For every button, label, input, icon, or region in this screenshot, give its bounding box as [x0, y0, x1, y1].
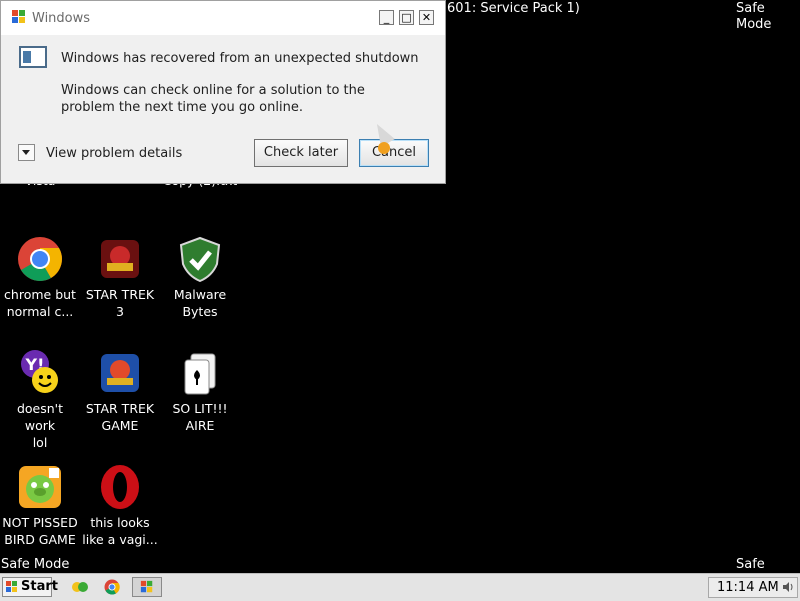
- desktop-status-text: 601: Service Pack 1): [447, 1, 580, 16]
- solitaire-cards-icon: [177, 350, 223, 396]
- desktop-icon-bad-piggies[interactable]: NOT PISSED BIRD GAME: [0, 464, 80, 548]
- windows-flag-icon: [140, 580, 153, 593]
- desktop-icon-label: doesn't work lol: [16, 401, 64, 450]
- expand-details-button[interactable]: [18, 144, 35, 161]
- dialog-title: Windows: [32, 11, 91, 26]
- chrome-icon: [17, 236, 63, 282]
- desktop-icon-star-trek-game[interactable]: STAR TREK GAME: [80, 350, 160, 434]
- desktop-icon-label: Malware Bytes: [173, 287, 227, 319]
- yahoo-messenger-icon: Y!: [17, 350, 63, 396]
- desktop-icon-label: this looks like a vagi...: [82, 515, 158, 547]
- volume-icon[interactable]: [782, 581, 794, 593]
- recovered-window-icon: [19, 46, 47, 68]
- dialog-titlebar[interactable]: Windows _ □ ✕: [1, 1, 445, 35]
- star-wars-birds-icon: [97, 350, 143, 396]
- desktop-icon-malwarebytes[interactable]: Malware Bytes: [160, 236, 240, 320]
- windows-logo-icon: [6, 581, 17, 592]
- desktop-icon-chrome[interactable]: chrome but normal c...: [0, 236, 80, 320]
- clock[interactable]: 11:14 AM: [717, 580, 779, 595]
- desktop-icon-label: STAR TREK GAME: [85, 401, 155, 433]
- messenger-icon[interactable]: [72, 579, 88, 595]
- taskbar: Start 11:14 AM: [0, 573, 800, 601]
- opera-icon: [97, 464, 143, 510]
- star-wars-game-icon: [97, 236, 143, 282]
- windows-flag-icon: [11, 9, 27, 25]
- minimize-button[interactable]: _: [379, 10, 394, 25]
- desktop-icon-label: STAR TREK 3: [85, 287, 155, 319]
- desktop-icon-label: NOT PISSED BIRD GAME: [2, 515, 78, 547]
- check-later-button[interactable]: Check later: [254, 139, 348, 167]
- view-problem-details-link[interactable]: View problem details: [46, 146, 182, 161]
- desktop-icon-solitaire[interactable]: SO LIT!!! AIRE: [160, 350, 240, 434]
- start-label: Start: [21, 579, 58, 594]
- busy-indicator-icon: [378, 142, 390, 154]
- desktop-icon-star-trek-3[interactable]: STAR TREK 3: [80, 236, 160, 320]
- system-tray: 11:14 AM: [708, 577, 798, 598]
- chrome-icon[interactable]: [104, 579, 120, 595]
- close-button[interactable]: ✕: [419, 10, 434, 25]
- maximize-button[interactable]: □: [399, 10, 414, 25]
- desktop-icon-yahoo[interactable]: Y! doesn't work lol: [0, 350, 80, 451]
- recovery-dialog: Windows _ □ ✕ Windows has recovered from…: [0, 0, 446, 184]
- desktop-icon-label: chrome but normal c...: [4, 287, 76, 319]
- shield-check-icon: [177, 236, 223, 283]
- dialog-description: Windows can check online for a solution …: [61, 83, 365, 115]
- desktop-icon-opera[interactable]: this looks like a vagi...: [80, 464, 160, 548]
- taskbar-windows-button[interactable]: [132, 577, 162, 597]
- dialog-heading: Windows has recovered from an unexpected…: [61, 51, 419, 66]
- bad-piggies-icon: [17, 464, 63, 510]
- safe-mode-label: Safe Mode: [1, 557, 70, 572]
- start-button[interactable]: Start: [2, 577, 58, 597]
- desktop-icon-label: SO LIT!!! AIRE: [172, 401, 228, 433]
- cancel-button[interactable]: Cancel: [359, 139, 429, 167]
- safe-mode-label: Safe Mode: [736, 1, 772, 32]
